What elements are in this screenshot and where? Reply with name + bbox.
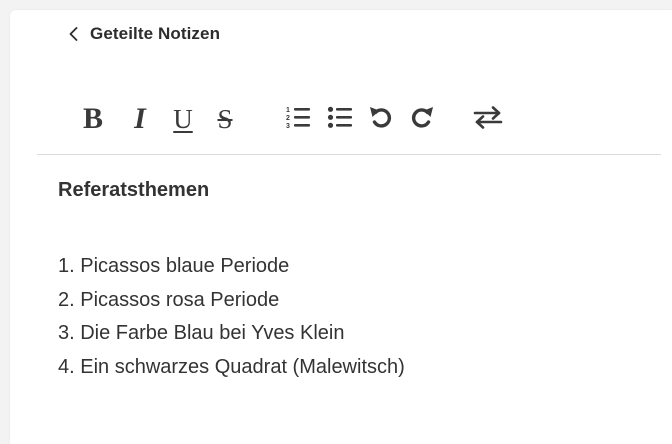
swap-button[interactable] xyxy=(473,103,503,135)
strikethrough-button[interactable]: S xyxy=(210,103,240,135)
note-list[interactable]: 1. Picassos blaue Periode 2. Picassos ro… xyxy=(58,250,405,384)
toolbar-divider xyxy=(37,154,661,155)
formatting-toolbar: B I U S 1 2 3 xyxy=(78,97,503,141)
undo-icon xyxy=(368,104,394,135)
swap-arrows-icon xyxy=(473,104,503,135)
strikethrough-icon: S xyxy=(217,104,233,134)
undo-button[interactable] xyxy=(366,103,396,135)
list-item[interactable]: 4. Ein schwarzes Quadrat (Malewitsch) xyxy=(58,351,405,385)
chevron-left-icon xyxy=(66,26,80,42)
note-title[interactable]: Referatsthemen xyxy=(58,179,209,202)
underline-button[interactable]: U xyxy=(168,103,198,135)
redo-icon xyxy=(409,104,435,135)
back-link[interactable]: Geteilte Notizen xyxy=(66,24,220,44)
bullet-list-icon xyxy=(327,104,353,135)
list-item[interactable]: 3. Die Farbe Blau bei Yves Klein xyxy=(58,317,405,351)
underline-icon: U xyxy=(173,104,193,134)
bold-button[interactable]: B xyxy=(78,103,108,135)
svg-text:2: 2 xyxy=(286,115,290,122)
italic-button[interactable]: I xyxy=(125,103,155,135)
svg-text:1: 1 xyxy=(286,107,290,114)
bold-icon: B xyxy=(82,102,103,135)
ordered-list-icon: 1 2 3 xyxy=(285,104,311,135)
svg-text:3: 3 xyxy=(286,123,290,130)
ordered-list-button[interactable]: 1 2 3 xyxy=(283,103,313,135)
back-link-label: Geteilte Notizen xyxy=(90,24,221,43)
redo-button[interactable] xyxy=(407,103,437,135)
list-item[interactable]: 1. Picassos blaue Periode xyxy=(58,250,405,284)
italic-icon: I xyxy=(134,102,146,135)
bullet-list-button[interactable] xyxy=(325,103,355,135)
list-item[interactable]: 2. Picassos rosa Periode xyxy=(58,284,405,318)
